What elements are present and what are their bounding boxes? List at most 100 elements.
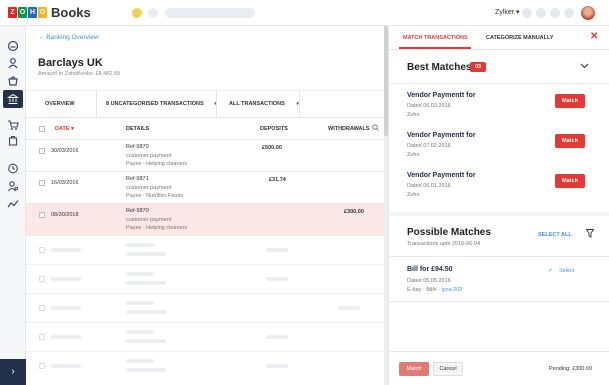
match-button[interactable]: Match bbox=[555, 174, 585, 188]
match-date: Dated 06.03.2016 bbox=[407, 103, 451, 109]
match-title[interactable]: Vendor Paymentt for bbox=[407, 172, 475, 179]
column-withdrawals[interactable]: WITHDRAWALS bbox=[328, 126, 370, 132]
accountant-icon[interactable] bbox=[7, 180, 19, 192]
skeleton-bar bbox=[51, 364, 81, 368]
notification-dot-icon[interactable] bbox=[132, 8, 142, 18]
placeholder-dot-icon[interactable] bbox=[148, 8, 158, 18]
best-matches-count-badge: 03 bbox=[470, 62, 486, 72]
reports-icon[interactable] bbox=[7, 198, 19, 210]
logo-letter: O bbox=[38, 7, 47, 18]
skeleton-bar bbox=[126, 252, 166, 256]
notifications-icon[interactable] bbox=[522, 8, 532, 18]
possible-match-title[interactable]: Bill for £94.50 bbox=[407, 266, 453, 273]
tabs-divider bbox=[389, 49, 609, 50]
skeleton-bar bbox=[51, 277, 81, 281]
match-date: Dated 07.02.2016 bbox=[407, 143, 451, 149]
best-match-item: Vendor Paymentt for Dated 06.01.2016 Zoh… bbox=[407, 172, 597, 212]
best-matches-title: Best Matches bbox=[407, 62, 472, 73]
column-details[interactable]: DETAILS bbox=[126, 126, 149, 132]
items-icon[interactable] bbox=[7, 74, 19, 86]
tab-uncategorised[interactable]: 8 UNCATEGORISED TRANSACTIONS ▾ bbox=[106, 91, 217, 118]
skeleton-bar bbox=[126, 281, 166, 285]
main-content: ← Banking Overview Barclays UK Amount In… bbox=[26, 26, 384, 385]
placeholder-row bbox=[26, 265, 384, 294]
row-checkbox[interactable] bbox=[39, 212, 45, 218]
best-match-item: Vendor Paymentt for Dated 07.02.2016 Zoh… bbox=[407, 132, 597, 172]
bill-number-link[interactable]: lyca-202 bbox=[442, 287, 463, 293]
tab-match-transactions[interactable]: MATCH TRANSACTIONS bbox=[403, 35, 468, 41]
row-date: 16/03/2016 bbox=[51, 180, 79, 186]
pending-amount: Pending: £300.00 bbox=[549, 366, 593, 372]
contacts-icon[interactable] bbox=[7, 57, 19, 69]
possible-match-select-link[interactable]: Select bbox=[559, 268, 574, 274]
table-row-selected[interactable]: 08/30/2018 Ref-9870 customer payment Pay… bbox=[26, 204, 384, 236]
settings-icon[interactable] bbox=[536, 8, 546, 18]
row-ref: Ref-9871 bbox=[126, 176, 149, 182]
skeleton-bar bbox=[126, 243, 154, 247]
avatar[interactable] bbox=[581, 6, 595, 20]
account-tabs: OVERVIEW 8 UNCATEGORISED TRANSACTIONS ▾ … bbox=[26, 90, 384, 118]
section-divider bbox=[389, 212, 609, 216]
row-description: customer payment bbox=[126, 217, 172, 223]
sidebar: › bbox=[0, 26, 26, 385]
placeholder-row bbox=[26, 352, 384, 381]
tab-uncategorised-label: 8 UNCATEGORISED TRANSACTIONS bbox=[106, 101, 204, 107]
table-row[interactable]: 30/03/2016 Ref-9870 customer payment Pay… bbox=[26, 140, 384, 172]
close-icon[interactable]: ✕ bbox=[590, 31, 598, 42]
skeleton-bar bbox=[126, 330, 154, 334]
sidebar-expand-button[interactable]: › bbox=[0, 359, 26, 385]
placeholder-row bbox=[26, 323, 384, 352]
match-button[interactable]: Match bbox=[555, 134, 585, 148]
dashboard-icon[interactable] bbox=[7, 40, 19, 52]
table-search-icon[interactable] bbox=[372, 124, 379, 133]
column-deposits[interactable]: DEPOSITS bbox=[260, 126, 288, 132]
chevron-down-icon[interactable] bbox=[580, 62, 589, 71]
match-submit-button[interactable]: Match bbox=[399, 362, 429, 376]
apps-icon[interactable] bbox=[564, 8, 574, 18]
help-icon[interactable] bbox=[550, 8, 560, 18]
table-row[interactable]: 16/03/2016 Ref-9871 customer payment Pay… bbox=[26, 172, 384, 204]
possible-match-details: E-bay · Bill# · lyca-202 bbox=[407, 287, 462, 293]
tab-all-transactions[interactable]: ALL TRANSACTIONS ▾ bbox=[229, 91, 299, 118]
select-all-link[interactable]: SELECT ALL bbox=[538, 232, 572, 238]
match-title[interactable]: Vendor Paymentt for bbox=[407, 132, 475, 139]
search-input[interactable] bbox=[165, 8, 255, 18]
match-button[interactable]: Match bbox=[555, 94, 585, 108]
row-date: 30/03/2016 bbox=[51, 148, 79, 154]
possible-matches-subtitle: Transactions upto 2016-06-04 bbox=[407, 241, 481, 247]
select-all-checkbox[interactable] bbox=[39, 126, 45, 132]
skeleton-bar bbox=[266, 277, 288, 281]
tab-overview[interactable]: OVERVIEW bbox=[45, 91, 75, 118]
banking-overview-link[interactable]: ← Banking Overview bbox=[38, 34, 99, 41]
tab-categorize-manually[interactable]: CATEGORIZE MANUALLY bbox=[486, 35, 554, 41]
logo-letter: Z bbox=[8, 7, 17, 18]
tab-divider bbox=[96, 91, 97, 118]
zoho-books-logo[interactable]: Z O H O Books bbox=[8, 5, 91, 20]
org-switcher[interactable]: Zylker ▾ bbox=[495, 8, 520, 16]
skeleton-bar bbox=[266, 335, 288, 339]
filter-icon[interactable] bbox=[585, 229, 595, 239]
divider bbox=[389, 256, 609, 257]
tab-all-label: ALL TRANSACTIONS bbox=[229, 101, 285, 107]
tab-divider bbox=[216, 91, 217, 118]
skeleton-bar bbox=[126, 359, 154, 363]
table-header: DATE ▾ DETAILS DEPOSITS WITHDRAWALS bbox=[26, 118, 384, 140]
logo-letter: O bbox=[18, 7, 27, 18]
sales-icon[interactable] bbox=[7, 119, 19, 131]
skeleton-bar bbox=[126, 339, 166, 343]
row-checkbox bbox=[39, 305, 45, 311]
cancel-button[interactable]: Cancel bbox=[433, 362, 463, 376]
possible-matches-title: Possible Matches bbox=[407, 227, 491, 238]
row-checkbox[interactable] bbox=[39, 180, 45, 186]
best-match-item: Vendor Paymentt for Dated 06.03.2016 Zoh… bbox=[407, 92, 597, 132]
banking-icon[interactable] bbox=[6, 93, 20, 105]
column-date[interactable]: DATE ▾ bbox=[55, 126, 74, 132]
match-panel: MATCH TRANSACTIONS CATEGORIZE MANUALLY ✕… bbox=[388, 26, 609, 385]
row-deposit: £31.74 bbox=[269, 177, 286, 183]
top-bar: Z O H O Books Zylker ▾ bbox=[0, 0, 609, 26]
match-title[interactable]: Vendor Paymentt for bbox=[407, 92, 475, 99]
match-date: Dated 06.01.2016 bbox=[407, 183, 451, 189]
purchases-icon[interactable] bbox=[7, 134, 19, 146]
row-checkbox[interactable] bbox=[39, 148, 45, 154]
time-tracking-icon[interactable] bbox=[7, 162, 19, 174]
